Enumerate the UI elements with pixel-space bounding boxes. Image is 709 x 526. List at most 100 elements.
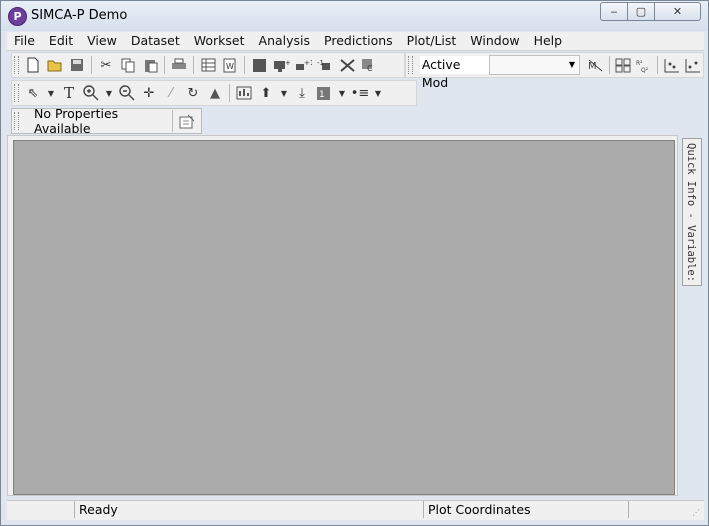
crosshair-button[interactable]: ✛ xyxy=(139,83,159,103)
menu-dataset[interactable]: Dataset xyxy=(124,32,187,50)
menu-bar: File Edit View Dataset Workset Analysis … xyxy=(7,32,704,51)
menu-window[interactable]: Window xyxy=(463,32,526,50)
download-button[interactable]: ⤓ xyxy=(292,83,312,103)
pointer-tool-button[interactable]: ⇖ xyxy=(23,83,43,103)
active-model-select[interactable]: ▼ xyxy=(488,55,580,75)
copy-button[interactable] xyxy=(118,55,138,75)
minimize-button[interactable]: ‒ xyxy=(600,2,627,21)
paste-icon xyxy=(144,59,157,72)
component-next-icon: +1 xyxy=(295,59,312,70)
component-next-button[interactable]: +1 xyxy=(293,55,313,75)
plot-properties-icon xyxy=(236,86,252,100)
cut-button[interactable]: ✂ xyxy=(96,55,116,75)
component-remove-icon: -1 xyxy=(317,59,330,70)
triangle-icon: ▲ xyxy=(210,85,220,101)
list-button[interactable]: •≡ xyxy=(350,83,370,103)
title-bar[interactable]: P SIMCA-P Demo ‒ ▢ ✕ xyxy=(1,1,708,31)
toolbar-separator xyxy=(229,84,230,102)
component-remove-button[interactable]: -1 xyxy=(315,55,335,75)
zoom-dropdown-button[interactable]: ▼ xyxy=(103,83,115,103)
new-file-button[interactable] xyxy=(23,55,43,75)
plot-properties-button[interactable] xyxy=(234,83,254,103)
r2q2-button[interactable]: R² Q² xyxy=(635,55,654,75)
menu-file[interactable]: File xyxy=(7,32,42,50)
status-ready: Ready xyxy=(74,501,423,518)
status-cell-empty xyxy=(7,501,74,518)
properties-bar: No Properties Available xyxy=(11,106,202,136)
model-no-button[interactable]: M xyxy=(586,55,605,75)
pointer-icon: ⇖ xyxy=(27,85,39,101)
status-plot-coordinates: Plot Coordinates xyxy=(423,501,628,518)
pointer-dropdown-button[interactable]: ▼ xyxy=(45,83,57,103)
arrow-up-icon: ⬆ xyxy=(260,85,272,101)
menu-edit[interactable]: Edit xyxy=(42,32,80,50)
list-icon: •≡ xyxy=(350,85,370,101)
maximize-button[interactable]: ▢ xyxy=(627,2,654,21)
text-tool-icon: T xyxy=(63,84,74,102)
triangle-tool-button[interactable]: ▲ xyxy=(205,83,225,103)
toolbar-grip[interactable] xyxy=(408,56,413,74)
crosshair-icon: ✛ xyxy=(143,85,155,101)
toolbar-separator xyxy=(657,56,659,74)
menu-help[interactable]: Help xyxy=(527,32,570,50)
loadings-plot-button[interactable] xyxy=(683,55,702,75)
app-window: P SIMCA-P Demo ‒ ▢ ✕ File Edit View Data… xyxy=(0,0,709,526)
dropdown-arrow-icon: ▼ xyxy=(280,88,288,98)
save-button[interactable] xyxy=(67,55,87,75)
properties-button[interactable] xyxy=(172,110,201,132)
active-model-label: Active Mod xyxy=(419,56,489,90)
copy-icon xyxy=(121,58,134,72)
rotate-button[interactable]: ↻ xyxy=(183,83,203,103)
resize-grip-icon[interactable]: ⋰ xyxy=(692,508,702,518)
component-add-button[interactable]: + xyxy=(271,55,291,75)
zoom-out-button[interactable] xyxy=(117,83,137,103)
list-dropdown-button[interactable]: ▼ xyxy=(372,83,384,103)
model-toolbar: Active Mod ▼ M R² Q² xyxy=(405,52,704,90)
toolbar-grip[interactable] xyxy=(14,56,19,74)
minimize-icon: ‒ xyxy=(610,5,618,18)
model-no-icon: M xyxy=(588,59,603,72)
plot-toolbar: ⇖ ▼ T ▼ ✛ ⁄ ↻ ▲ ⬆ ▼ ⤓ 1 ▼ •≡ ▼ xyxy=(11,80,417,106)
highlight-wand-button[interactable]: ⁄ xyxy=(161,83,181,103)
text-tool-button[interactable]: T xyxy=(59,83,79,103)
toolbar-grip[interactable] xyxy=(14,112,19,130)
scores-plot-button[interactable] xyxy=(662,55,681,75)
report-icon: W xyxy=(223,58,236,72)
app-logo-icon: P xyxy=(8,7,27,26)
maximize-icon: ▢ xyxy=(635,5,647,18)
mdi-workspace[interactable] xyxy=(13,140,675,495)
standard-toolbar: ✂ W + +1 -1 C xyxy=(11,52,405,78)
printer-icon xyxy=(172,58,186,69)
menu-view[interactable]: View xyxy=(80,32,124,50)
menu-predictions[interactable]: Predictions xyxy=(317,32,400,50)
open-folder-button[interactable] xyxy=(45,55,65,75)
print-button[interactable] xyxy=(169,55,189,75)
window-controls: ‒ ▢ ✕ xyxy=(600,2,701,21)
menu-plot-list[interactable]: Plot/List xyxy=(400,32,464,50)
paste-button[interactable] xyxy=(140,55,160,75)
zoom-in-button[interactable] xyxy=(81,83,101,103)
dropdown-arrow-icon[interactable]: ▼ xyxy=(565,56,579,74)
model-button[interactable] xyxy=(249,55,269,75)
spreadsheet-button[interactable] xyxy=(198,55,218,75)
grid-view-button[interactable] xyxy=(614,55,633,75)
close-button[interactable]: ✕ xyxy=(654,2,701,21)
menu-workset[interactable]: Workset xyxy=(187,32,252,50)
numbering-dropdown-button[interactable]: ▼ xyxy=(336,83,348,103)
toolbar-grip[interactable] xyxy=(14,84,19,102)
model-copy-button[interactable]: C xyxy=(359,55,379,75)
status-bar: Ready Plot Coordinates ⋰ xyxy=(7,500,704,520)
svg-text:1: 1 xyxy=(319,90,325,100)
active-model-combo[interactable]: Active Mod ▼ xyxy=(419,55,580,90)
sort-ascending-button[interactable]: ⬆ xyxy=(256,83,276,103)
numbering-button[interactable]: 1 xyxy=(314,83,334,103)
sort-dropdown-button[interactable]: ▼ xyxy=(278,83,290,103)
properties-icon xyxy=(179,114,195,128)
report-button[interactable]: W xyxy=(220,55,240,75)
menu-analysis[interactable]: Analysis xyxy=(252,32,318,50)
new-file-icon xyxy=(27,57,39,73)
svg-text:W: W xyxy=(226,62,234,71)
exclude-button[interactable] xyxy=(337,55,357,75)
quick-info-tab[interactable]: Quick Info - Variable: xyxy=(682,138,702,286)
scores-plot-icon xyxy=(664,58,680,72)
